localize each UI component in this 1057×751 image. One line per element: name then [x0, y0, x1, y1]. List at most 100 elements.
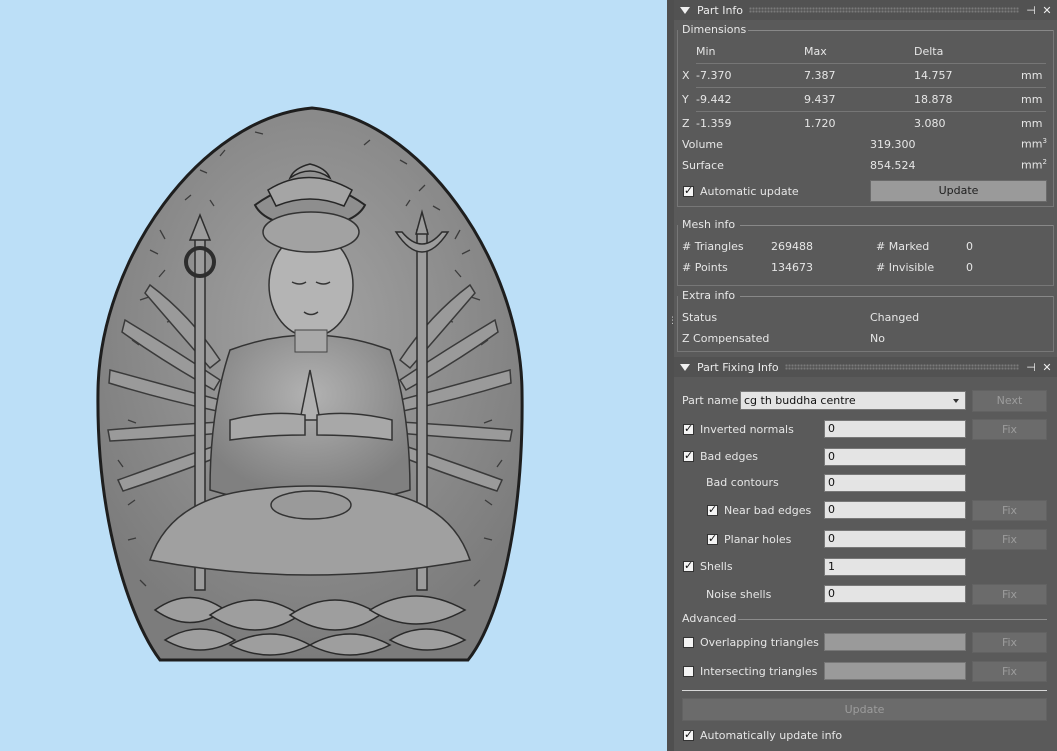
part-info-titlebar[interactable]: Part Info ⊣ ✕ [674, 0, 1057, 20]
close-icon[interactable]: ✕ [1041, 361, 1053, 374]
splitter-grip-icon[interactable]: ⋮ [668, 317, 677, 338]
axis-x-label: X [682, 69, 690, 82]
fix-noise-shells-button[interactable]: Fix [972, 584, 1047, 605]
bad-edges-checkbox[interactable] [683, 449, 694, 462]
mesh-info-label: Mesh info [682, 218, 736, 231]
drag-grip[interactable] [749, 7, 1019, 13]
dimensions-label: Dimensions [682, 23, 747, 36]
z-compensated-label: Z Compensated [682, 332, 770, 345]
part-name-label: Part name [682, 394, 739, 407]
fix-intersecting-triangles-button[interactable]: Fix [972, 661, 1047, 682]
divider [696, 63, 1046, 64]
fix-overlapping-triangles-button[interactable]: Fix [972, 632, 1047, 653]
collapse-triangle-icon[interactable] [680, 363, 690, 371]
automatically-update-info-checkbox[interactable] [683, 728, 694, 741]
part-fixing-title: Part Fixing Info [697, 360, 779, 374]
next-button[interactable]: Next [972, 390, 1047, 412]
planar-holes-checkbox[interactable] [707, 532, 718, 545]
close-icon[interactable]: ✕ [1041, 4, 1053, 17]
update-button[interactable]: Update [870, 180, 1047, 202]
y-max: 9.437 [804, 93, 836, 106]
automatic-update-checkbox[interactable] [683, 184, 694, 197]
panel-splitter[interactable]: ⋮ [667, 0, 677, 751]
shells-value: 1 [824, 558, 966, 576]
pin-icon[interactable]: ⊣ [1025, 361, 1037, 374]
mesh-info-group [677, 225, 1054, 286]
3d-viewport[interactable] [0, 0, 667, 751]
part-name-value: cg th buddha centre [744, 394, 856, 407]
collapse-triangle-icon[interactable] [680, 6, 690, 14]
inverted-normals-checkbox[interactable] [683, 422, 694, 435]
y-delta: 18.878 [914, 93, 953, 106]
y-unit: mm [1021, 93, 1043, 106]
buddha-relief-model[interactable] [0, 0, 667, 751]
extra-info-label: Extra info [682, 289, 736, 302]
fix-inverted-normals-button[interactable]: Fix [972, 419, 1047, 440]
group-border [748, 30, 1053, 31]
automatic-update-label: Automatic update [700, 185, 799, 198]
divider [696, 87, 1046, 88]
y-min: -9.442 [696, 93, 732, 106]
side-panel: Part Info ⊣ ✕ Dimensions Min Max Delta X… [674, 0, 1057, 751]
shells-label: Shells [700, 560, 733, 573]
overlapping-triangles-label: Overlapping triangles [700, 636, 819, 649]
inverted-normals-value: 0 [824, 420, 966, 438]
pin-icon[interactable]: ⊣ [1025, 4, 1037, 17]
z-delta: 3.080 [914, 117, 946, 130]
drag-grip[interactable] [784, 364, 1019, 370]
triangles-value: 269488 [771, 240, 813, 253]
bad-edges-value: 0 [824, 448, 966, 466]
volume-unit: mm3 [1021, 137, 1047, 151]
automatically-update-info-label: Automatically update info [700, 729, 843, 742]
surface-value: 854.524 [870, 159, 916, 172]
advanced-label: Advanced [682, 612, 737, 625]
x-unit: mm [1021, 69, 1043, 82]
shells-checkbox[interactable] [683, 559, 694, 572]
fix-planar-holes-button[interactable]: Fix [972, 529, 1047, 550]
axis-z-label: Z [682, 117, 690, 130]
overlapping-triangles-checkbox[interactable] [683, 637, 694, 648]
marked-label: # Marked [876, 240, 930, 253]
divider [738, 619, 1047, 620]
planar-holes-label: Planar holes [724, 533, 792, 546]
x-min: -7.370 [696, 69, 732, 82]
group-border [740, 225, 1053, 226]
noise-shells-value: 0 [824, 585, 966, 603]
volume-value: 319.300 [870, 138, 916, 151]
near-bad-edges-checkbox[interactable] [707, 503, 718, 516]
dropdown-arrow-icon[interactable] [953, 399, 959, 403]
group-border [740, 296, 1053, 297]
max-header: Max [804, 45, 827, 58]
intersecting-triangles-checkbox[interactable] [683, 666, 694, 677]
bad-contours-value: 0 [824, 474, 966, 492]
noise-shells-label: Noise shells [706, 588, 772, 601]
marked-value: 0 [966, 240, 973, 253]
intersecting-triangles-value [824, 662, 966, 680]
x-delta: 14.757 [914, 69, 953, 82]
z-max: 1.720 [804, 117, 836, 130]
surface-label: Surface [682, 159, 724, 172]
part-fixing-titlebar[interactable]: Part Fixing Info ⊣ ✕ [674, 357, 1057, 377]
delta-header: Delta [914, 45, 944, 58]
part-info-title: Part Info [697, 3, 744, 17]
invisible-label: # Invisible [876, 261, 935, 274]
inverted-normals-label: Inverted normals [700, 423, 794, 436]
min-header: Min [696, 45, 716, 58]
points-value: 134673 [771, 261, 813, 274]
near-bad-edges-label: Near bad edges [724, 504, 812, 517]
divider [682, 690, 1047, 691]
z-unit: mm [1021, 117, 1043, 130]
fixing-update-button[interactable]: Update [682, 698, 1047, 721]
part-name-dropdown[interactable]: cg th buddha centre [740, 391, 966, 410]
invisible-value: 0 [966, 261, 973, 274]
axis-y-label: Y [682, 93, 689, 106]
fix-near-bad-edges-button[interactable]: Fix [972, 500, 1047, 521]
bad-edges-label: Bad edges [700, 450, 758, 463]
divider [696, 111, 1046, 112]
bad-contours-label: Bad contours [706, 476, 779, 489]
overlapping-triangles-value [824, 633, 966, 651]
near-bad-edges-value: 0 [824, 501, 966, 519]
x-max: 7.387 [804, 69, 836, 82]
volume-label: Volume [682, 138, 723, 151]
z-compensated-value: No [870, 332, 885, 345]
